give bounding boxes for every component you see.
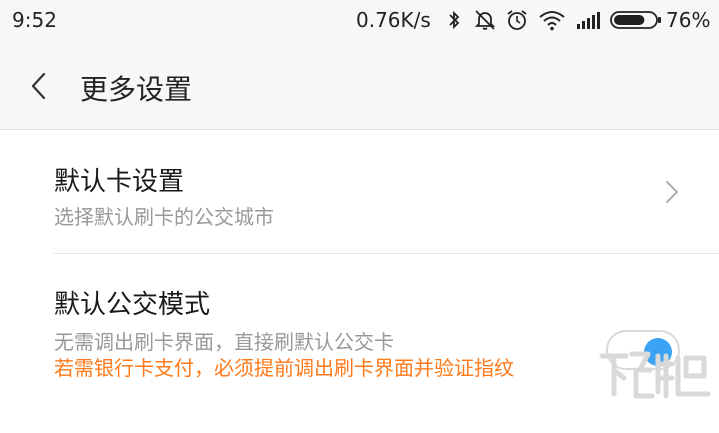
page-title: 更多设置: [80, 73, 193, 106]
battery-percent: 76%: [666, 8, 711, 32]
default-transit-mode-warning: 若需银行卡支付，必须提前调出刷卡界面并验证指纹: [54, 356, 514, 380]
default-card-title: 默认卡设置: [54, 167, 185, 197]
mute-icon: [474, 10, 496, 30]
chevron-right-icon: [666, 181, 678, 203]
status-bar: 9:52 0.76K/s 76%: [0, 0, 719, 44]
network-speed: 0.76K/s: [356, 8, 431, 32]
wifi-icon: [539, 11, 565, 31]
default-card-setting[interactable]: 默认卡设置 选择默认刷卡的公交城市: [0, 131, 719, 253]
bluetooth-icon: [449, 10, 460, 30]
watermark-logo: [599, 351, 711, 399]
default-transit-mode-title: 默认公交模式: [54, 290, 211, 320]
header: 更多设置: [0, 44, 719, 130]
default-transit-mode-subtitle: 无需调出刷卡界面，直接刷默认公交卡: [54, 330, 394, 354]
chevron-left-icon[interactable]: [22, 68, 58, 104]
default-card-subtitle: 选择默认刷卡的公交城市: [54, 205, 274, 229]
cellular-signal-icon: [577, 12, 600, 29]
battery-icon: [610, 11, 661, 29]
status-time: 9:52: [12, 8, 57, 32]
alarm-icon: [507, 10, 527, 30]
